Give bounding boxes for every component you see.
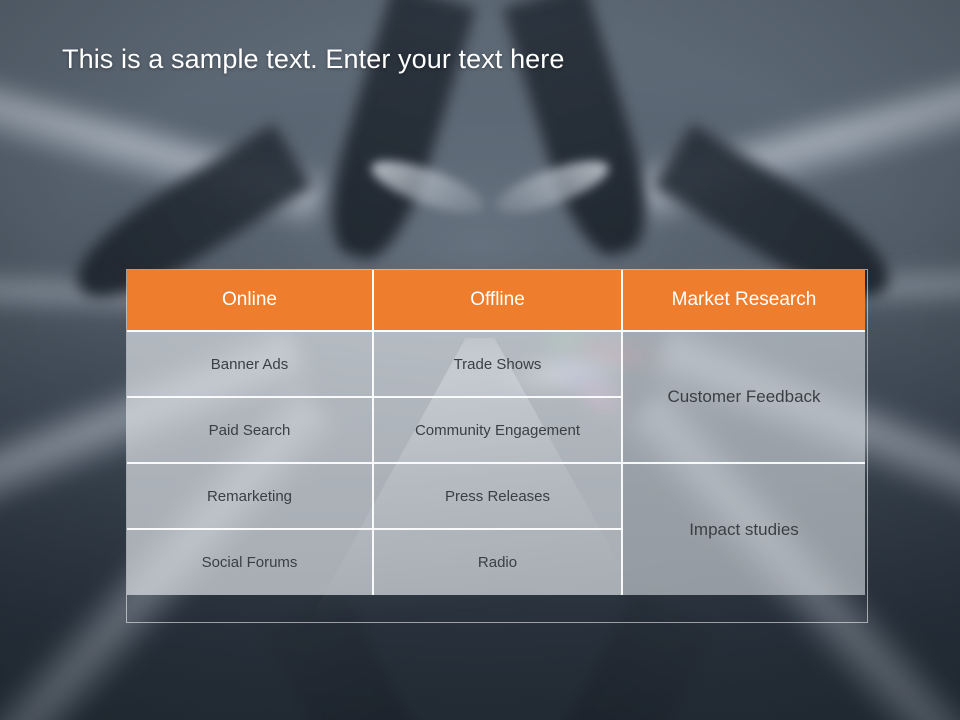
slide-title[interactable]: This is a sample text. Enter your text h… (62, 43, 882, 77)
table-header-row: Online Offline Market Research (127, 270, 865, 332)
pencil-body-lower-right (546, 589, 718, 720)
column-header-offline[interactable]: Offline (373, 270, 623, 332)
pencil-tip-highlight-left (365, 150, 491, 224)
table-row: Banner Ads Trade Shows Customer Feedback (127, 331, 865, 464)
cell-online-1[interactable]: Banner Ads (127, 331, 374, 398)
cell-market-research-2[interactable]: Impact studies (622, 463, 865, 595)
column-header-online[interactable]: Online (127, 270, 374, 332)
cell-online-3[interactable]: Remarketing (127, 463, 374, 530)
pencil-body-center-left (314, 0, 476, 269)
cell-offline-3[interactable]: Press Releases (373, 463, 623, 530)
marketing-channels-table: Online Offline Market Research Banner Ad… (127, 270, 865, 595)
pencil-tip-highlight-right (489, 150, 615, 224)
cell-market-research-1[interactable]: Customer Feedback (622, 331, 865, 464)
cell-online-2[interactable]: Paid Search (127, 397, 374, 464)
slide-canvas: This is a sample text. Enter your text h… (0, 0, 960, 720)
cell-offline-1[interactable]: Trade Shows (373, 331, 623, 398)
table-row: Remarketing Press Releases Impact studie… (127, 463, 865, 595)
cell-offline-2[interactable]: Community Engagement (373, 397, 623, 464)
table-header-row-group: Online Offline Market Research (127, 270, 865, 332)
column-header-market-research[interactable]: Market Research (622, 270, 865, 332)
cell-online-4[interactable]: Social Forums (127, 529, 374, 595)
cell-offline-4[interactable]: Radio (373, 529, 623, 595)
pencil-body-center-right (502, 0, 664, 265)
pencil-body-lower-left (260, 589, 432, 720)
table-body: Banner Ads Trade Shows Customer Feedback… (127, 331, 865, 595)
